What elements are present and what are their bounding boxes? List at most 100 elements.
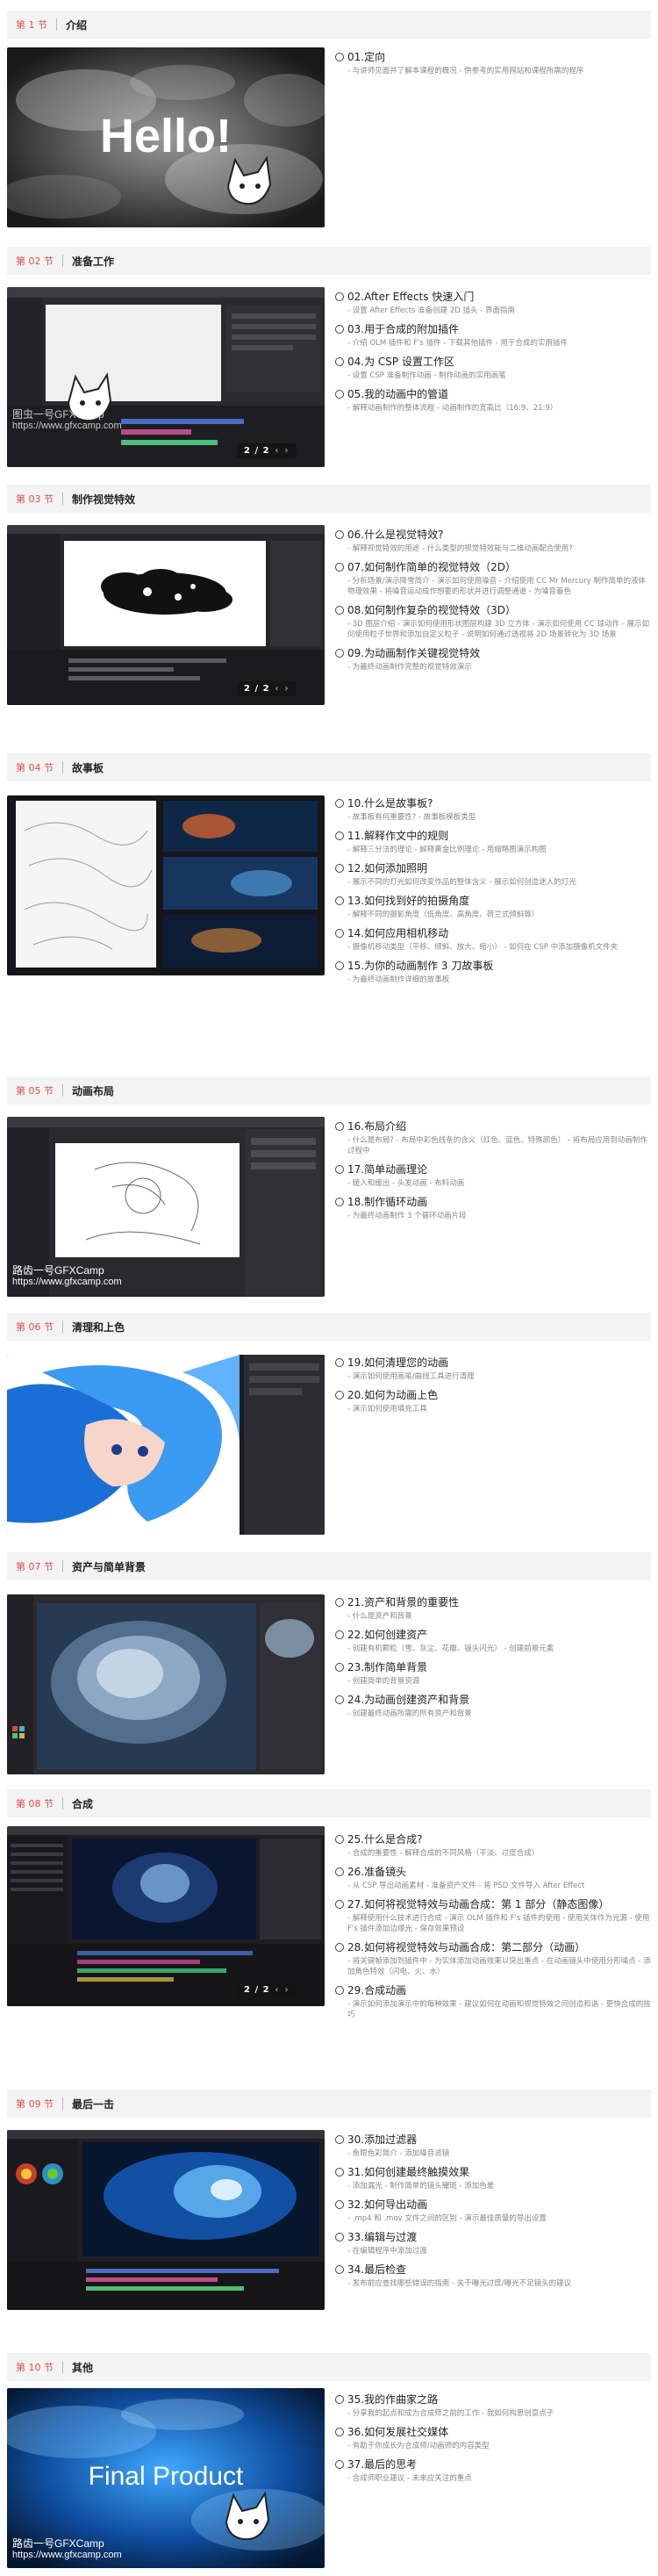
- section-header[interactable]: 第 04 节 故事板: [7, 753, 651, 781]
- section-thumbnail[interactable]: [7, 795, 325, 975]
- circle-icon: [335, 2460, 344, 2469]
- lesson-item[interactable]: 25.什么是合成? - 合成的重要性 - 解释合成的不同风格（平淡、过度合成）: [333, 1833, 651, 1859]
- lesson-item[interactable]: 33.编辑与过渡 - 在编辑程序中添加过渡: [333, 2231, 651, 2256]
- section-thumbnail[interactable]: [7, 1355, 325, 1535]
- lesson-item[interactable]: 24.为动画创建资产和背景 - 创建最终动画所需的所有资产和背景: [333, 1694, 651, 1719]
- lesson-description: - .mp4 和 .mov 文件之间的区别 - 演示最佳质量的导出设置: [347, 2214, 547, 2223]
- lesson-item[interactable]: 29.合成动画 - 演示如何添加演示中的每种效果 - 建议如何在动画和视觉特效之…: [333, 1984, 651, 2020]
- lesson-item[interactable]: 31.如何创建最终触摸效果 - 添加漏光 - 制作简单的镜头耀斑 - 添加色差: [333, 2166, 651, 2191]
- pager[interactable]: 2 / 2 ‹ ›: [237, 681, 297, 696]
- section-thumbnail[interactable]: [7, 2130, 325, 2310]
- lesson-title: 23.制作简单背景: [347, 1661, 428, 1673]
- circle-icon: [335, 649, 344, 658]
- lesson-description: - 设置 CSP 准备制作动画 - 制作动画的实用画笔: [347, 371, 506, 380]
- lesson-item[interactable]: 21.资产和背景的重要性 - 什么是资产和背景: [333, 1596, 651, 1622]
- lesson-item[interactable]: 02.After Effects 快速入门 - 设置 After Effects…: [333, 291, 651, 316]
- chevron-left-icon[interactable]: ‹: [275, 1985, 280, 1995]
- lesson-item[interactable]: 05.我的动画中的管道 - 解释动画制作的整体流程 - 动画制作的宽高比（16:…: [333, 388, 651, 414]
- lesson-title: 16.布局介绍: [347, 1120, 407, 1133]
- lesson-item[interactable]: 27.如何将视觉特效与动画合成：第 1 部分（静态图像） - 解释使用什么技术进…: [333, 1898, 651, 1934]
- lesson-item[interactable]: 36.如何发展社交媒体 - 有助于你成长为合成师/动画师的内容类型: [333, 2426, 651, 2451]
- lesson-list: 35.我的作曲家之路 - 分享我的起点和成为合成师之前的工作 - 我如何构思创意…: [333, 2393, 651, 2491]
- section-thumbnail[interactable]: 图虫一号GFXCamp https://www.gfxcamp.com 2 / …: [7, 287, 325, 467]
- section-header[interactable]: 第 07 节 资产与简单背景: [7, 1552, 651, 1580]
- watermark-url: https://www.gfxcamp.com: [12, 421, 122, 431]
- lesson-item[interactable]: 35.我的作曲家之路 - 分享我的起点和成为合成师之前的工作 - 我如何构思创意…: [333, 2393, 651, 2419]
- pager-count: 2 / 2: [244, 684, 270, 694]
- pager[interactable]: 2 / 2 ‹ ›: [237, 443, 297, 458]
- lesson-item[interactable]: 14.如何应用相机移动 - 摄像机移动类型（平移、倾斜、放大、缩小） - 如何在…: [333, 927, 651, 953]
- section-header[interactable]: 第 1 节 介绍: [7, 11, 651, 39]
- lesson-description: - 演示如何使用填充工具: [347, 1405, 427, 1414]
- chevron-left-icon[interactable]: ‹: [275, 684, 280, 694]
- section-header[interactable]: 第 10 节 其他: [7, 2353, 651, 2381]
- lesson-item[interactable]: 32.如何导出动画 - .mp4 和 .mov 文件之间的区别 - 演示最佳质量…: [333, 2198, 651, 2224]
- lesson-item[interactable]: 28.如何将视觉特效与动画合成：第二部分（动画） - 将关键帧添加到插件中 - …: [333, 1941, 651, 1977]
- lesson-item[interactable]: 26.准备镜头 - 从 CSP 导出动画素材 - 准备资产文件 - 将 PSD …: [333, 1866, 651, 1891]
- section-thumbnail[interactable]: Hello!: [7, 47, 325, 227]
- lesson-item[interactable]: 04.为 CSP 设置工作区 - 设置 CSP 准备制作动画 - 制作动画的实用…: [333, 356, 651, 381]
- section-header[interactable]: 第 06 节 清理和上色: [7, 1313, 651, 1341]
- lesson-item[interactable]: 01.定向 - 与讲师见面并了解本课程的概况 - 供参考的实用网站和课程所需的程…: [333, 51, 651, 76]
- lesson-description: - 添加漏光 - 制作简单的镜头耀斑 - 添加色差: [347, 2182, 495, 2191]
- lesson-item[interactable]: 19.如何清理您的动画 - 演示如何使用画笔/曲线工具进行清理: [333, 1356, 651, 1382]
- chevron-left-icon[interactable]: ‹: [275, 446, 280, 456]
- lesson-item[interactable]: 37.最后的思考 - 合成师职业建议 - 未来应关注的重点: [333, 2458, 651, 2484]
- section-header[interactable]: 第 03 节 制作视觉特效: [7, 485, 651, 513]
- lesson-description: - 鱼眼色彩简介 - 添加噪音滤镜: [347, 2149, 450, 2158]
- section-thumbnail[interactable]: 路齿一号GFXCamp https://www.gfxcamp.com: [7, 1117, 325, 1297]
- lesson-title: 28.如何将视觉特效与动画合成：第二部分（动画）: [347, 1941, 586, 1954]
- lesson-title: 02.After Effects 快速入门: [347, 291, 475, 303]
- lesson-description: - 什么是资产和背景: [347, 1612, 412, 1621]
- lesson-item[interactable]: 30.添加过滤器 - 鱼眼色彩简介 - 添加噪音滤镜: [333, 2133, 651, 2159]
- lesson-item[interactable]: 13.如何找到好的拍摄角度 - 解释不同的摄影角度（低角度、高角度、荷兰式倾斜等…: [333, 895, 651, 920]
- divider: [62, 493, 63, 505]
- lesson-item[interactable]: 16.布局介绍 - 什么是布局? - 布局中彩色线条的含义（红色、蓝色、特殊颜色…: [333, 1120, 651, 1156]
- chevron-right-icon[interactable]: ›: [285, 446, 290, 456]
- lesson-item[interactable]: 08.如何制作复杂的视觉特效（3D） - 3D 图层介绍 - 演示如何使用形状图…: [333, 604, 651, 640]
- lesson-item[interactable]: 22.如何创建资产 - 创建有机颗粒（雪、灰尘、花瓣、镜头闪光） - 创建前景元…: [333, 1629, 651, 1654]
- lesson-item[interactable]: 34.最后检查 - 发布前应查找哪些错误的指南 - 关于曝光过度/曝光不足镜头的…: [333, 2263, 651, 2289]
- lesson-item[interactable]: 11.解释作文中的规则 - 解释三分法的理论 - 解释黄金比例理论 - 用缩略图…: [333, 830, 651, 855]
- section-header[interactable]: 第 05 节 动画布局: [7, 1076, 651, 1105]
- lesson-item[interactable]: 06.什么是视觉特效? - 解释视觉特效的用途 - 什么类型的视觉特效能与二维动…: [333, 529, 651, 554]
- lesson-item[interactable]: 07.如何制作简单的视觉特效（2D） - 分析场景/演示降雪简介 - 演示如何使…: [333, 561, 651, 597]
- lesson-description: - 将关键帧添加到插件中 - 为实体添加动画效果以突出重点 - 在动画镜头中使用…: [347, 1957, 651, 1976]
- lesson-item[interactable]: 20.如何为动画上色 - 演示如何使用填充工具: [333, 1389, 651, 1414]
- lesson-description: - 解释动画制作的整体流程 - 动画制作的宽高比（16:9、21:9）: [347, 404, 558, 413]
- circle-icon: [335, 2233, 344, 2241]
- circle-icon: [335, 1598, 344, 1607]
- lesson-title: 34.最后检查: [347, 2263, 407, 2276]
- lesson-item[interactable]: 03.用于合成的附加插件 - 介绍 OLM 插件和 F's 插件 - 下载其他插…: [333, 323, 651, 349]
- lesson-item[interactable]: 09.为动画制作关键视觉特效 - 为最终动画制作完整的视觉特效演示: [333, 647, 651, 673]
- lesson-item[interactable]: 12.如何添加照明 - 展示不同的灯光如何改变作品的整体含义 - 展示如何创造迷…: [333, 862, 651, 888]
- lesson-description: - 分析场景/演示降雪简介 - 演示如何使用噪音 - 介绍使用 CC Mr Me…: [347, 577, 647, 596]
- lesson-item[interactable]: 17.简单动画理论 - 缓入和缓出 - 头发动画 - 布料动画: [333, 1163, 651, 1189]
- lesson-description: - 创建简单的背景资源: [347, 1677, 420, 1686]
- circle-icon: [335, 325, 344, 334]
- section-header[interactable]: 第 08 节 合成: [7, 1789, 651, 1817]
- watermark-url: https://www.gfxcamp.com: [12, 2550, 122, 2560]
- circle-icon: [335, 53, 344, 61]
- section-thumbnail[interactable]: 2 / 2 ‹ ›: [7, 525, 325, 705]
- section-thumbnail[interactable]: Final Product 路齿一号GFXCamp https://www.gf…: [7, 2388, 325, 2568]
- section-header[interactable]: 第 09 节 最后一击: [7, 2090, 651, 2118]
- lesson-description: - 创建有机颗粒（雪、灰尘、花瓣、镜头闪光） - 创建前景元素: [347, 1644, 554, 1653]
- circle-icon: [335, 896, 344, 905]
- pager[interactable]: 2 / 2 ‹ ›: [237, 1982, 297, 1997]
- background-asset-image: [7, 1594, 325, 1774]
- section-thumbnail[interactable]: 2 / 2 ‹ ›: [7, 1826, 325, 2006]
- watermark-text: 路齿一号GFXCamp: [12, 1264, 104, 1277]
- lesson-description: - 从 CSP 导出动画素材 - 准备资产文件 - 将 PSD 文件导入 Aft…: [347, 1882, 585, 1890]
- section-header[interactable]: 第 02 节 准备工作: [7, 247, 651, 275]
- lesson-item[interactable]: 23.制作简单背景 - 创建简单的背景资源: [333, 1661, 651, 1687]
- lesson-item[interactable]: 15.为你的动画制作 3 刀故事板 - 为最终动画制作详细的故事板: [333, 960, 651, 985]
- chevron-right-icon[interactable]: ›: [285, 684, 290, 694]
- section-number: 第 05 节: [16, 1085, 54, 1097]
- watermark-text: 路齿一号GFXCamp: [12, 2537, 104, 2550]
- vfx-editor-image: [7, 525, 325, 705]
- lesson-item[interactable]: 18.制作循环动画 - 为最终动画制作 3 个循环动画片段: [333, 1196, 651, 1221]
- lesson-item[interactable]: 10.什么是故事板? - 故事板有何重要性? - 故事板模板类型: [333, 797, 651, 823]
- chevron-right-icon[interactable]: ›: [285, 1985, 290, 1995]
- section-thumbnail[interactable]: [7, 1594, 325, 1774]
